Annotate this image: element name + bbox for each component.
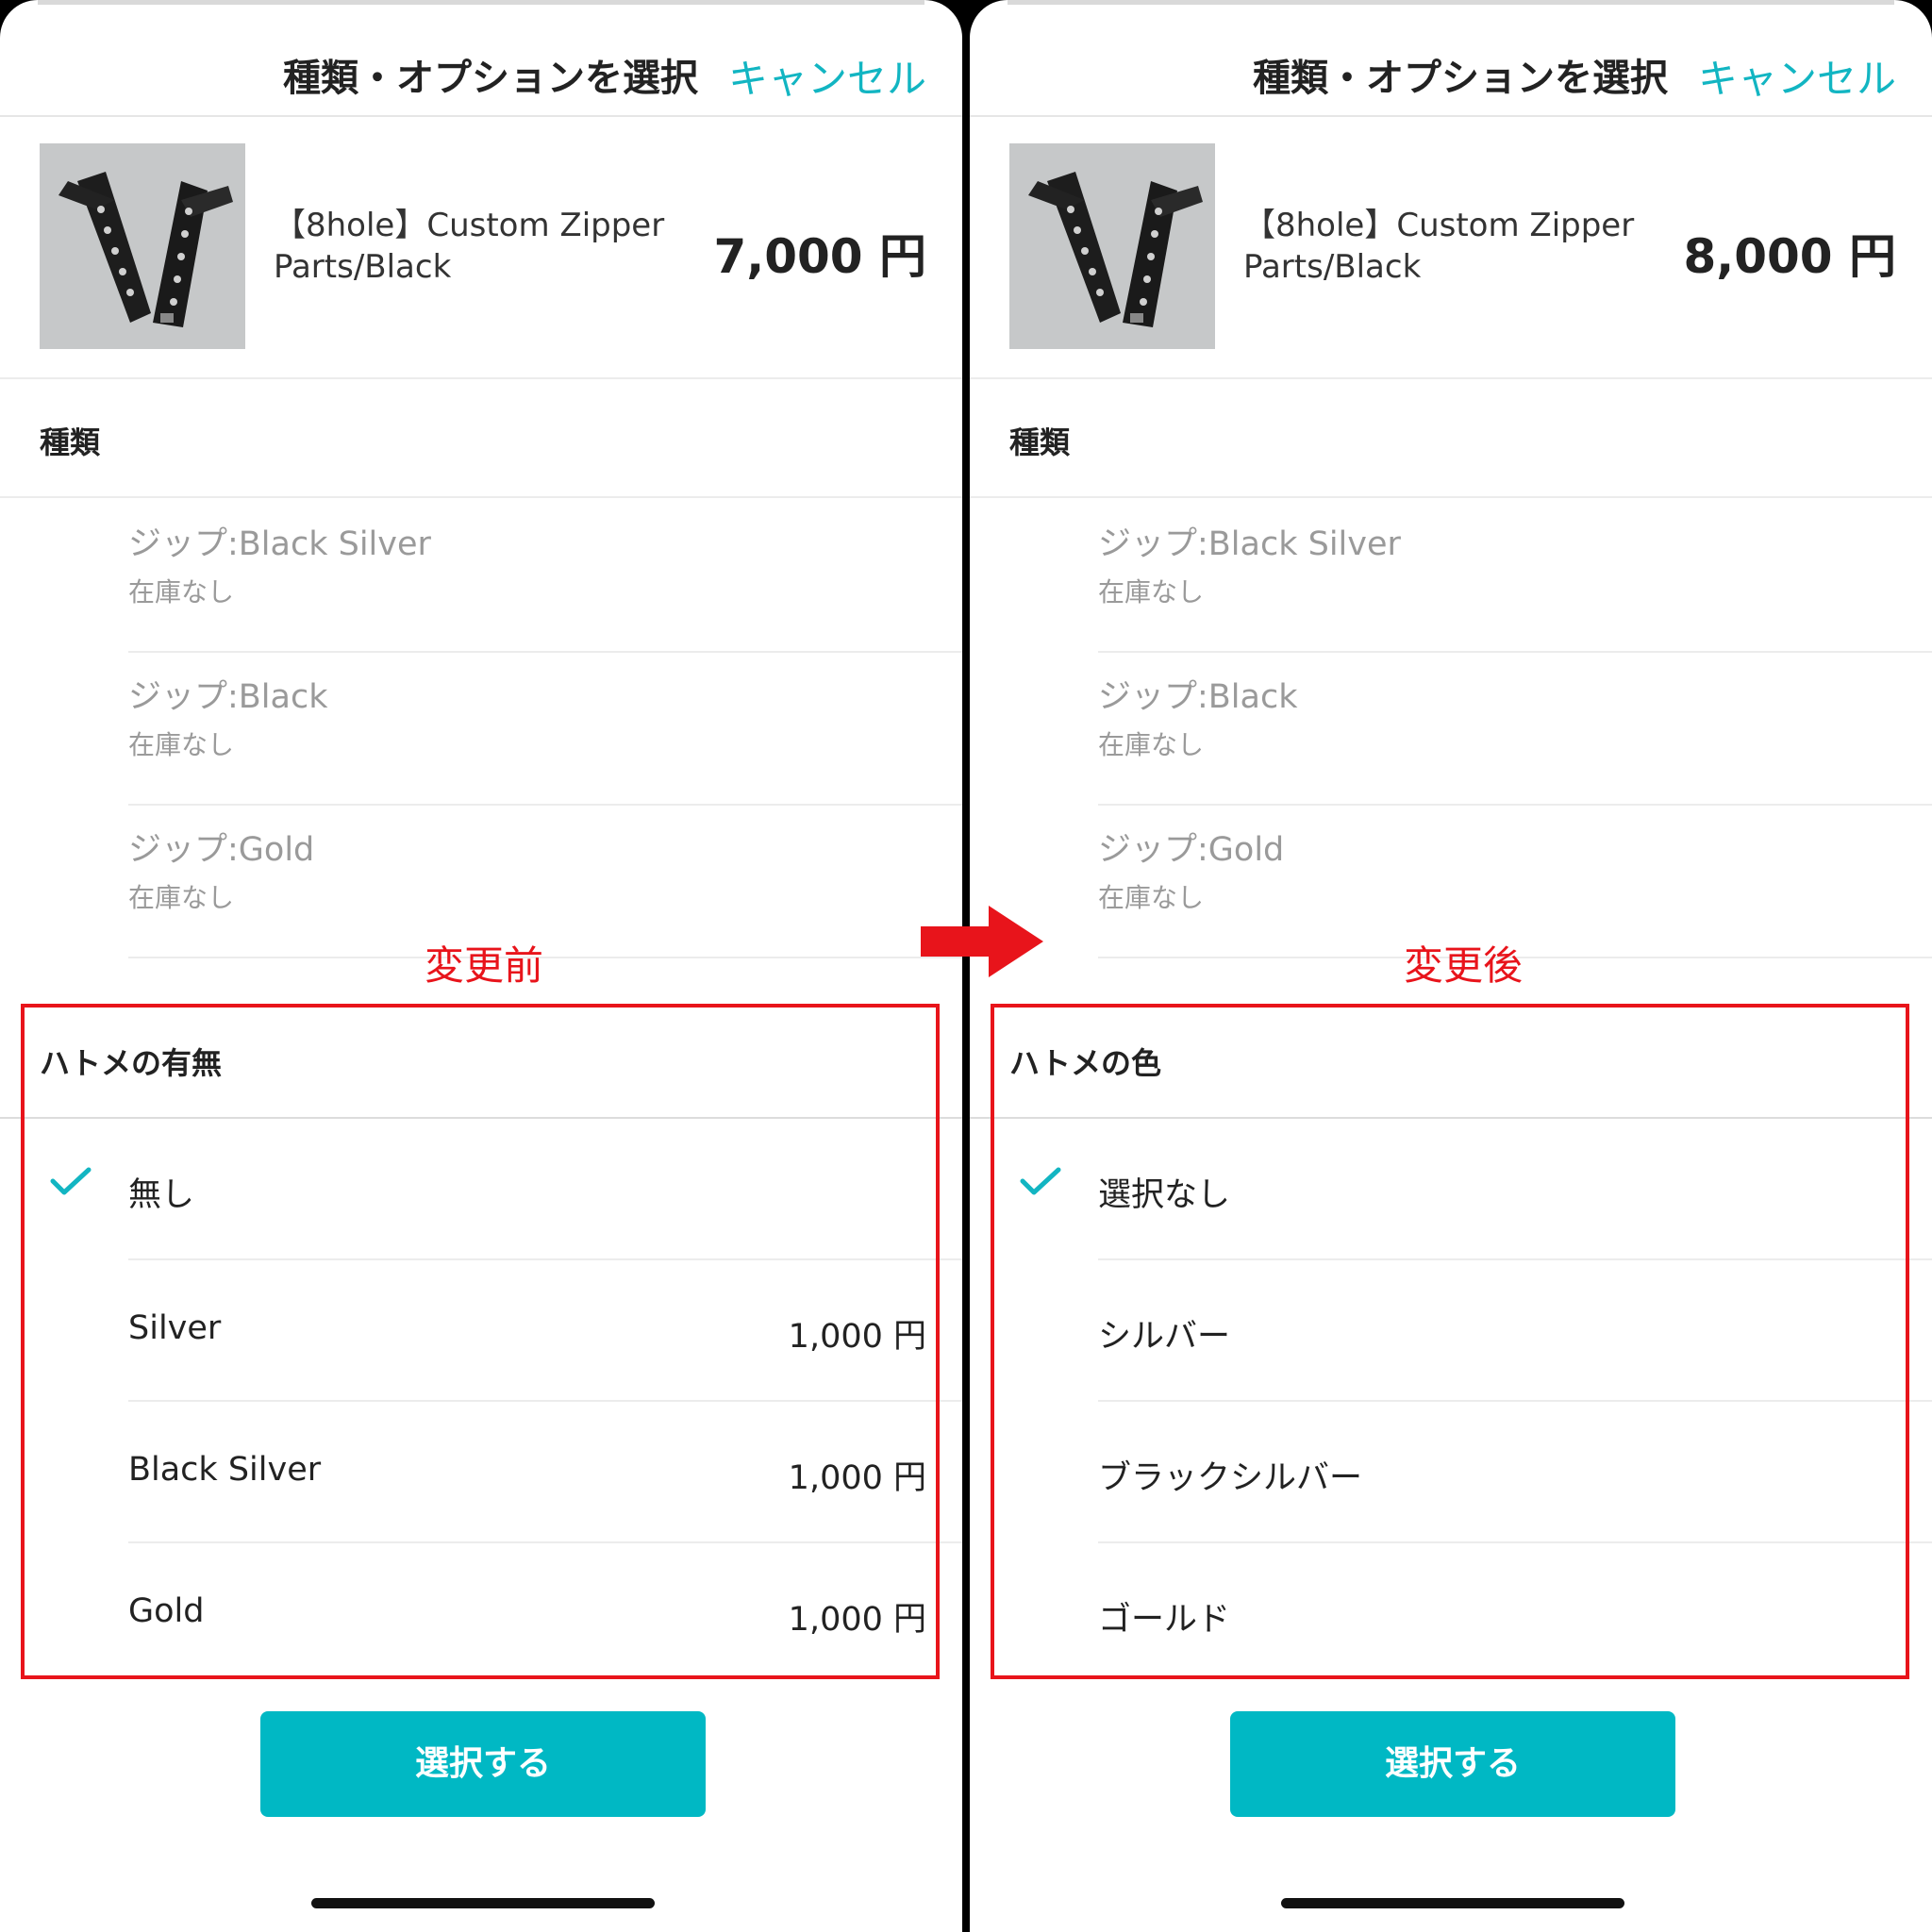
page-title: 種類・オプションを選択 bbox=[283, 57, 698, 100]
product-thumbnail bbox=[1009, 143, 1215, 349]
stock-status: 在庫なし bbox=[1098, 576, 1205, 608]
variant-name: ジップ:Gold bbox=[128, 831, 315, 869]
variant-name: ジップ:Black bbox=[1098, 678, 1298, 716]
product-price: 7,000 円 bbox=[713, 229, 926, 284]
variant-item[interactable]: ジップ:Gold 在庫なし bbox=[128, 804, 962, 958]
stock-status: 在庫なし bbox=[128, 882, 235, 913]
variant-item[interactable]: ジップ:Black 在庫なし bbox=[1098, 651, 1932, 806]
stock-status: 在庫なし bbox=[1098, 882, 1205, 913]
annotation-after-label: 変更後 bbox=[1404, 942, 1524, 989]
variant-name: ジップ:Gold bbox=[1098, 831, 1285, 869]
stock-status: 在庫なし bbox=[1098, 729, 1205, 760]
highlight-box bbox=[991, 1004, 1909, 1679]
select-button[interactable]: 選択する bbox=[1230, 1711, 1675, 1817]
cancel-button[interactable]: キャンセル bbox=[1698, 47, 1896, 105]
variant-name: ジップ:Black Silver bbox=[1098, 525, 1401, 563]
variant-item[interactable]: ジップ:Black Silver 在庫なし bbox=[128, 498, 962, 653]
variant-item[interactable]: ジップ:Black 在庫なし bbox=[128, 651, 962, 806]
page-title: 種類・オプションを選択 bbox=[1253, 57, 1668, 100]
variant-name: ジップ:Black Silver bbox=[128, 525, 431, 563]
stock-status: 在庫なし bbox=[128, 576, 235, 608]
home-indicator bbox=[1281, 1898, 1624, 1908]
stock-status: 在庫なし bbox=[128, 729, 235, 760]
screen-before: 種類・オプションを選択 キャンセル 【8hole】Custom Zipper P… bbox=[0, 0, 962, 1932]
product-name: 【8hole】Custom Zipper Parts/Black bbox=[274, 207, 665, 286]
variant-section-header: 種類 bbox=[970, 379, 1932, 498]
product-name: 【8hole】Custom Zipper Parts/Black bbox=[1243, 207, 1635, 286]
cancel-button[interactable]: キャンセル bbox=[728, 47, 926, 105]
variant-name: ジップ:Black bbox=[128, 678, 328, 716]
annotation-before-label: 変更前 bbox=[425, 942, 544, 989]
product-thumbnail bbox=[40, 143, 245, 349]
modal-header: 種類・オプションを選択 キャンセル bbox=[970, 0, 1932, 117]
product-price: 8,000 円 bbox=[1683, 229, 1896, 284]
modal-header: 種類・オプションを選択 キャンセル bbox=[0, 0, 962, 117]
section-label: 種類 bbox=[1009, 425, 1071, 460]
select-button[interactable]: 選択する bbox=[260, 1711, 706, 1817]
variant-item[interactable]: ジップ:Black Silver 在庫なし bbox=[1098, 498, 1932, 653]
section-label: 種類 bbox=[40, 425, 101, 460]
highlight-box bbox=[21, 1004, 940, 1679]
variant-section-header: 種類 bbox=[0, 379, 962, 498]
right-arrow-icon bbox=[921, 906, 1043, 977]
screen-after: 種類・オプションを選択 キャンセル 【8hole】Custom Zipper P… bbox=[970, 0, 1932, 1932]
product-summary: 【8hole】Custom Zipper Parts/Black 7,000 円 bbox=[0, 115, 962, 379]
home-indicator bbox=[311, 1898, 655, 1908]
product-summary: 【8hole】Custom Zipper Parts/Black 8,000 円 bbox=[970, 115, 1932, 379]
